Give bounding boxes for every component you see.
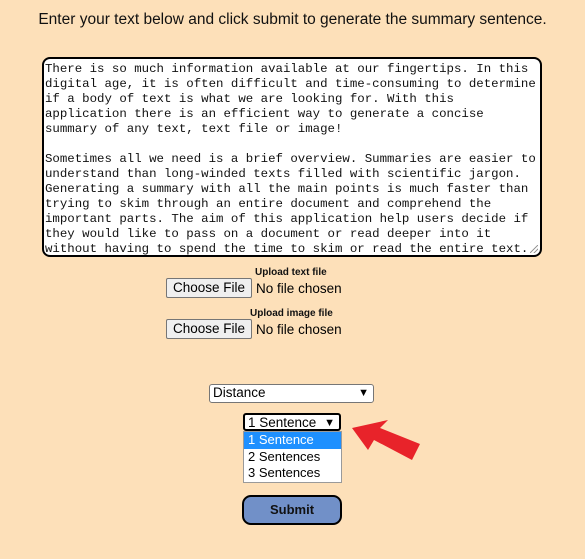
length-option-1[interactable]: 1 Sentence <box>244 432 341 449</box>
text-file-status: No file chosen <box>256 280 342 296</box>
method-select-value: Distance <box>213 385 266 400</box>
length-dropdown-list: 1 Sentence 2 Sentences 3 Sentences <box>243 431 342 483</box>
length-option-2[interactable]: 2 Sentences <box>244 449 341 466</box>
red-arrow-icon <box>352 420 420 460</box>
upload-image-file-label: Upload image file <box>250 308 333 319</box>
method-select[interactable]: Distance ▼ <box>209 384 374 403</box>
upload-image-file-row: Choose File No file chosen <box>166 319 342 339</box>
resize-handle-icon[interactable] <box>530 245 538 253</box>
length-select[interactable]: 1 Sentence ▼ <box>243 413 341 431</box>
upload-text-file-row: Choose File No file chosen <box>166 278 342 298</box>
chevron-down-icon: ▼ <box>358 387 369 399</box>
upload-text-file-label: Upload text file <box>255 267 327 278</box>
choose-text-file-button[interactable]: Choose File <box>166 278 253 298</box>
submit-button[interactable]: Submit <box>242 495 342 525</box>
chevron-down-icon: ▼ <box>324 417 335 429</box>
image-file-status: No file chosen <box>256 321 342 337</box>
choose-image-file-button[interactable]: Choose File <box>166 319 253 339</box>
summary-input-textarea[interactable]: There is so much information available a… <box>42 57 542 257</box>
length-select-value: 1 Sentence <box>248 415 317 430</box>
length-option-3[interactable]: 3 Sentences <box>244 465 341 482</box>
page-heading: Enter your text below and click submit t… <box>38 11 547 28</box>
